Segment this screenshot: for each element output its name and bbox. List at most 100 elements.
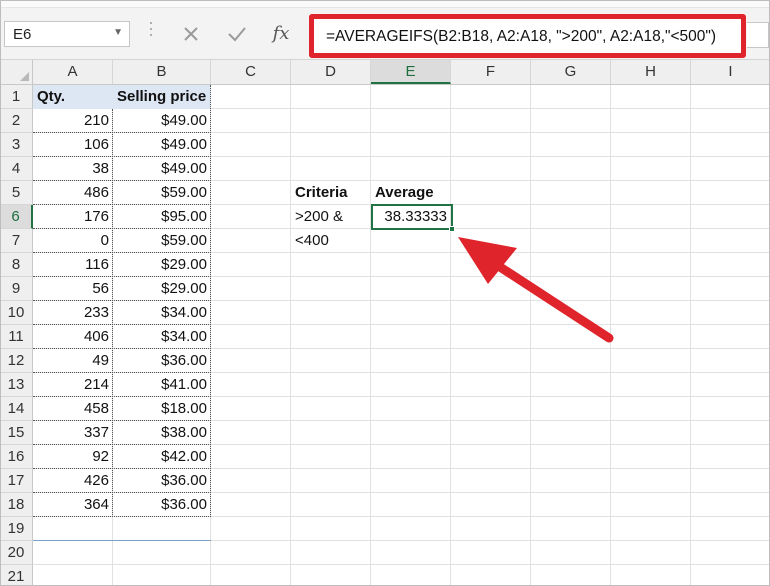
price-cell[interactable]: $49.00 [113,133,211,157]
price-cell[interactable]: $49.00 [113,109,211,133]
column-header-b[interactable]: B [113,60,211,84]
qty-cell[interactable]: 233 [33,301,113,325]
qty-cell[interactable]: 426 [33,469,113,493]
qty-cell[interactable]: 106 [33,133,113,157]
row-header-19[interactable]: 19 [0,517,33,541]
close-icon[interactable] [176,19,206,49]
row-header-20[interactable]: 20 [0,541,33,565]
qty-cell[interactable]: 38 [33,157,113,181]
row-header-15[interactable]: 15 [0,421,33,445]
price-cell[interactable]: $59.00 [113,229,211,253]
fill-handle[interactable] [449,226,455,232]
row-header-4[interactable]: 4 [0,157,33,181]
name-box-value: E6 [13,26,32,43]
price-cell[interactable]: $59.00 [113,181,211,205]
table-border [33,300,211,301]
column-header-c[interactable]: C [211,60,291,84]
formula-bar-separator [150,22,152,46]
row-header-14[interactable]: 14 [0,397,33,421]
column-header-h[interactable]: H [611,60,691,84]
column-header-g[interactable]: G [531,60,611,84]
price-cell[interactable]: $42.00 [113,445,211,469]
worksheet-grid[interactable]: 1 2 3 4 5 6 7 8 9 10 11 12 13 14 15 16 17 18 19 20 21 Qty. S… [0,85,770,586]
header-qty[interactable]: Qty. [33,85,113,109]
column-header-i[interactable]: I [691,60,770,84]
qty-cell[interactable]: 116 [33,253,113,277]
table-border [33,420,211,421]
row-header-16[interactable]: 16 [0,445,33,469]
column-header-row: A B C D E F G H I [0,60,770,85]
price-cell[interactable]: $41.00 [113,373,211,397]
price-cell[interactable]: $36.00 [113,349,211,373]
table-border [33,228,211,229]
gridline [290,85,291,586]
row-header-6[interactable]: 6 [0,205,33,229]
table-border [33,180,211,181]
price-cell[interactable]: $38.00 [113,421,211,445]
row-header-12[interactable]: 12 [0,349,33,373]
price-cell[interactable]: $18.00 [113,397,211,421]
row-header-5[interactable]: 5 [0,181,33,205]
column-header-f[interactable]: F [451,60,531,84]
qty-cell[interactable]: 176 [33,205,113,229]
gridline [530,85,531,586]
table-border [33,348,211,349]
row-header-21[interactable]: 21 [0,565,33,586]
criteria-label[interactable]: Criteria [291,181,371,205]
qty-cell[interactable]: 406 [33,325,113,349]
formula-input[interactable]: =AVERAGEIFS(B2:B18, A2:A18, ">200", A2:A… [309,14,746,58]
row-header-3[interactable]: 3 [0,133,33,157]
qty-cell[interactable]: 337 [33,421,113,445]
price-cell[interactable]: $49.00 [113,157,211,181]
price-cell[interactable]: $95.00 [113,205,211,229]
column-header-e[interactable]: E [371,60,451,84]
table-border [33,444,211,445]
check-icon[interactable] [222,19,252,49]
row-header-2[interactable]: 2 [0,109,33,133]
price-cell[interactable]: $34.00 [113,301,211,325]
qty-cell[interactable]: 49 [33,349,113,373]
row-header-17[interactable]: 17 [0,469,33,493]
formula-bar-expand[interactable] [747,22,769,48]
gridline [370,85,371,586]
name-box[interactable]: E6 ▼ [4,21,130,47]
title-strip [0,0,770,8]
formula-text: =AVERAGEIFS(B2:B18, A2:A18, ">200", A2:A… [326,28,717,45]
criteria-line-2[interactable]: <400 [291,229,371,253]
qty-cell[interactable]: 364 [33,493,113,517]
select-all-button[interactable] [0,60,33,84]
row-header-11[interactable]: 11 [0,325,33,349]
qty-cell[interactable]: 92 [33,445,113,469]
chevron-down-icon[interactable]: ▼ [113,27,123,38]
table-border [33,276,211,277]
row-header-18[interactable]: 18 [0,493,33,517]
qty-cell[interactable]: 210 [33,109,113,133]
criteria-line-1[interactable]: >200 & [291,205,371,229]
table-border [33,132,211,133]
price-cell[interactable]: $29.00 [113,253,211,277]
average-label[interactable]: Average [371,181,451,205]
qty-cell[interactable]: 0 [33,229,113,253]
table-border [33,492,211,493]
row-header-10[interactable]: 10 [0,301,33,325]
price-cell[interactable]: $36.00 [113,469,211,493]
row-header-13[interactable]: 13 [0,373,33,397]
price-cell[interactable]: $34.00 [113,325,211,349]
row-header-7[interactable]: 7 [0,229,33,253]
column-header-d[interactable]: D [291,60,371,84]
price-cell[interactable]: $36.00 [113,493,211,517]
header-selling-price[interactable]: Selling price [113,85,211,109]
table-border [33,396,211,397]
gridline [610,85,611,586]
qty-cell[interactable]: 486 [33,181,113,205]
row-header-1[interactable]: 1 [0,85,33,109]
table-bottom-border [33,540,211,541]
price-cell[interactable]: $29.00 [113,277,211,301]
column-header-a[interactable]: A [33,60,113,84]
qty-cell[interactable]: 214 [33,373,113,397]
qty-cell[interactable]: 56 [33,277,113,301]
qty-cell[interactable]: 458 [33,397,113,421]
row-header-8[interactable]: 8 [0,253,33,277]
insert-function-button[interactable]: fx [266,19,296,49]
row-header-9[interactable]: 9 [0,277,33,301]
